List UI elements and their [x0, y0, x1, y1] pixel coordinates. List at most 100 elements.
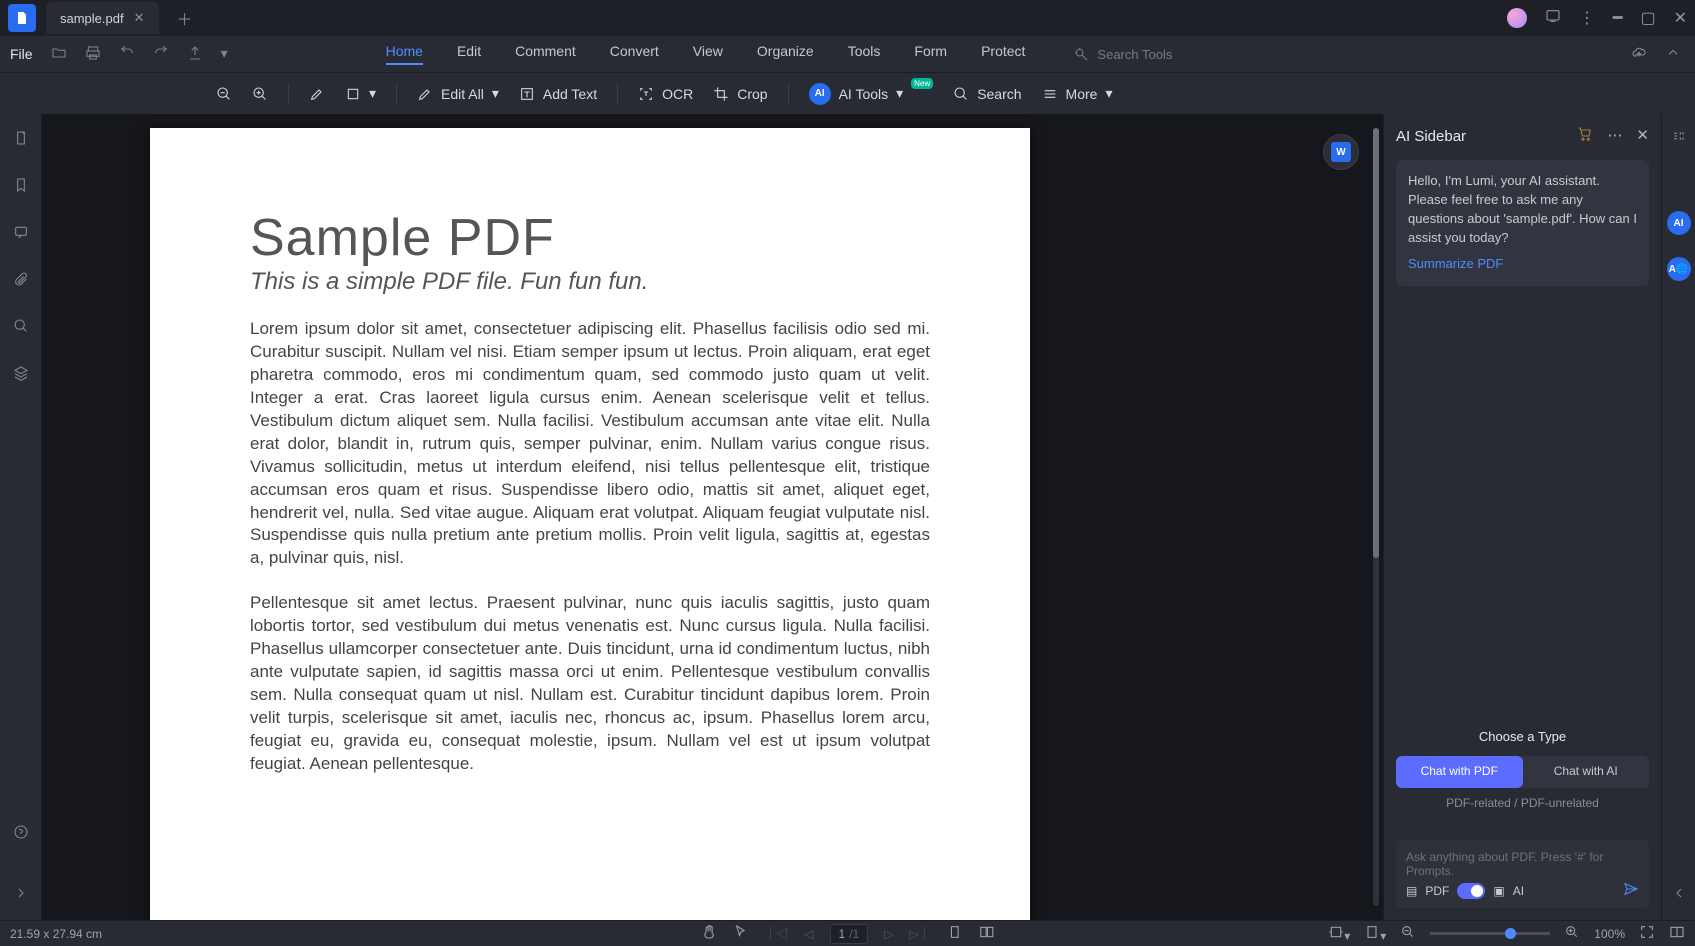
- expand-left-icon[interactable]: [13, 885, 29, 906]
- search-label: Search: [977, 86, 1021, 102]
- ai-context-label: AI: [1513, 884, 1524, 898]
- first-page-icon[interactable]: ｜◁: [764, 925, 788, 942]
- document-viewport[interactable]: Sample PDF This is a simple PDF file. Fu…: [42, 114, 1383, 920]
- add-text-button[interactable]: Add Text: [519, 86, 597, 102]
- left-sidebar: [0, 114, 42, 920]
- collapse-ribbon-icon[interactable]: [1665, 45, 1681, 64]
- kebab-menu-icon[interactable]: ⋮: [1579, 8, 1595, 28]
- maximize-icon[interactable]: ▢: [1640, 8, 1655, 28]
- menu-organize[interactable]: Organize: [757, 43, 814, 65]
- undo-icon[interactable]: [119, 45, 135, 64]
- highlight-button[interactable]: [309, 86, 325, 102]
- bookmarks-icon[interactable]: [13, 177, 29, 198]
- search-panel-icon[interactable]: [13, 318, 29, 339]
- feedback-icon[interactable]: [1545, 8, 1561, 29]
- zoom-in-button[interactable]: [252, 86, 268, 102]
- menu-protect[interactable]: Protect: [981, 43, 1025, 65]
- close-tab-icon[interactable]: ✕: [134, 10, 145, 26]
- vertical-scrollbar[interactable]: [1373, 128, 1379, 906]
- workspace: Sample PDF This is a simple PDF file. Fu…: [0, 114, 1695, 920]
- page-number-input[interactable]: 1 /1: [830, 924, 869, 944]
- fit-width-icon[interactable]: ▾: [1328, 924, 1350, 943]
- ai-context-icon: ▣: [1493, 884, 1504, 898]
- translate-rail-icon[interactable]: A🌐: [1667, 257, 1691, 281]
- ai-greeting-message: Hello, I'm Lumi, your AI assistant. Plea…: [1396, 160, 1649, 286]
- titlebar: sample.pdf ✕ ＋ ⋮ ━ ▢ ✕: [0, 0, 1695, 36]
- document-tab[interactable]: sample.pdf ✕: [46, 2, 159, 34]
- zoom-out-button[interactable]: [216, 86, 232, 102]
- last-page-icon[interactable]: ▷｜: [909, 925, 930, 942]
- pdf-related-label: PDF-related / PDF-unrelated: [1396, 796, 1649, 810]
- menu-form[interactable]: Form: [914, 43, 947, 65]
- menu-edit[interactable]: Edit: [457, 43, 481, 65]
- search-tools[interactable]: Search Tools: [1073, 46, 1172, 62]
- zoom-in-status-icon[interactable]: [1564, 924, 1580, 943]
- zoom-out-status-icon[interactable]: [1400, 924, 1416, 943]
- tab-title: sample.pdf: [60, 11, 124, 26]
- print-icon[interactable]: [85, 45, 101, 64]
- thumbnails-icon[interactable]: [13, 130, 29, 151]
- ai-tools-label: AI Tools: [839, 86, 889, 102]
- close-ai-sidebar-icon[interactable]: ✕: [1636, 126, 1649, 146]
- ai-chat-input[interactable]: Ask anything about PDF. Press '#' for Pr…: [1396, 840, 1649, 908]
- convert-to-word-button[interactable]: W: [1323, 134, 1359, 170]
- pdf-context-toggle[interactable]: [1457, 883, 1485, 899]
- shape-button[interactable]: ▾: [345, 85, 376, 102]
- chat-with-ai-button[interactable]: Chat with AI: [1523, 756, 1650, 788]
- next-page-icon[interactable]: ▷: [884, 927, 893, 941]
- close-window-icon[interactable]: ✕: [1674, 8, 1687, 28]
- search-button[interactable]: Search: [953, 86, 1021, 102]
- share-icon[interactable]: [187, 45, 203, 64]
- cloud-icon[interactable]: [1631, 45, 1647, 64]
- file-menu[interactable]: File: [10, 46, 33, 62]
- single-page-icon[interactable]: [947, 924, 963, 943]
- two-page-icon[interactable]: [979, 924, 995, 943]
- more-label: More: [1066, 86, 1098, 102]
- ai-rail-icon[interactable]: AI: [1667, 211, 1691, 235]
- help-icon[interactable]: [13, 824, 29, 845]
- attachments-icon[interactable]: [13, 271, 29, 292]
- menu-view[interactable]: View: [693, 43, 723, 65]
- total-pages: /1: [849, 927, 859, 941]
- edit-all-label: Edit All: [441, 86, 484, 102]
- redo-icon[interactable]: [153, 45, 169, 64]
- zoom-slider[interactable]: [1430, 932, 1550, 935]
- summarize-pdf-link[interactable]: Summarize PDF: [1408, 255, 1637, 274]
- read-mode-icon[interactable]: [1669, 924, 1685, 943]
- select-tool-icon[interactable]: [732, 924, 748, 943]
- hand-tool-icon[interactable]: [700, 924, 716, 943]
- cart-icon[interactable]: [1577, 126, 1593, 146]
- menu-home[interactable]: Home: [386, 43, 423, 65]
- ocr-button[interactable]: OCR: [638, 86, 693, 102]
- ai-tools-button[interactable]: AIAI Tools ▾New: [809, 83, 934, 105]
- ai-greeting-text: Hello, I'm Lumi, your AI assistant. Plea…: [1408, 173, 1637, 245]
- properties-icon[interactable]: [1671, 128, 1687, 149]
- search-tools-placeholder: Search Tools: [1097, 47, 1172, 62]
- crop-button[interactable]: Crop: [713, 86, 767, 102]
- menu-comment[interactable]: Comment: [515, 43, 576, 65]
- new-tab-button[interactable]: ＋: [177, 6, 193, 30]
- scrollbar-thumb[interactable]: [1373, 128, 1379, 558]
- open-icon[interactable]: [51, 45, 67, 64]
- chat-with-pdf-button[interactable]: Chat with PDF: [1396, 756, 1523, 788]
- fit-page-icon[interactable]: ▾: [1364, 924, 1386, 943]
- zoom-level: 100%: [1594, 927, 1625, 941]
- expand-right-icon[interactable]: [1671, 885, 1687, 906]
- menu-tools[interactable]: Tools: [848, 43, 881, 65]
- layers-icon[interactable]: [13, 365, 29, 386]
- comments-icon[interactable]: [13, 224, 29, 245]
- more-button[interactable]: More ▾: [1042, 85, 1113, 102]
- fullscreen-icon[interactable]: [1639, 924, 1655, 943]
- minimize-icon[interactable]: ━: [1613, 8, 1623, 28]
- menu-convert[interactable]: Convert: [610, 43, 659, 65]
- more-options-icon[interactable]: ⋯: [1607, 126, 1622, 146]
- ai-sidebar: AI Sidebar ⋯ ✕ Hello, I'm Lumi, your AI …: [1383, 114, 1661, 920]
- dropdown-icon[interactable]: ▾: [221, 45, 228, 64]
- page-dimensions: 21.59 x 27.94 cm: [10, 927, 102, 941]
- edit-all-button[interactable]: Edit All ▾: [417, 85, 499, 102]
- send-icon[interactable]: [1623, 881, 1639, 900]
- prev-page-icon[interactable]: ◁: [804, 927, 813, 941]
- user-avatar[interactable]: [1507, 8, 1527, 28]
- current-page: 1: [839, 927, 846, 941]
- crop-label: Crop: [737, 86, 767, 102]
